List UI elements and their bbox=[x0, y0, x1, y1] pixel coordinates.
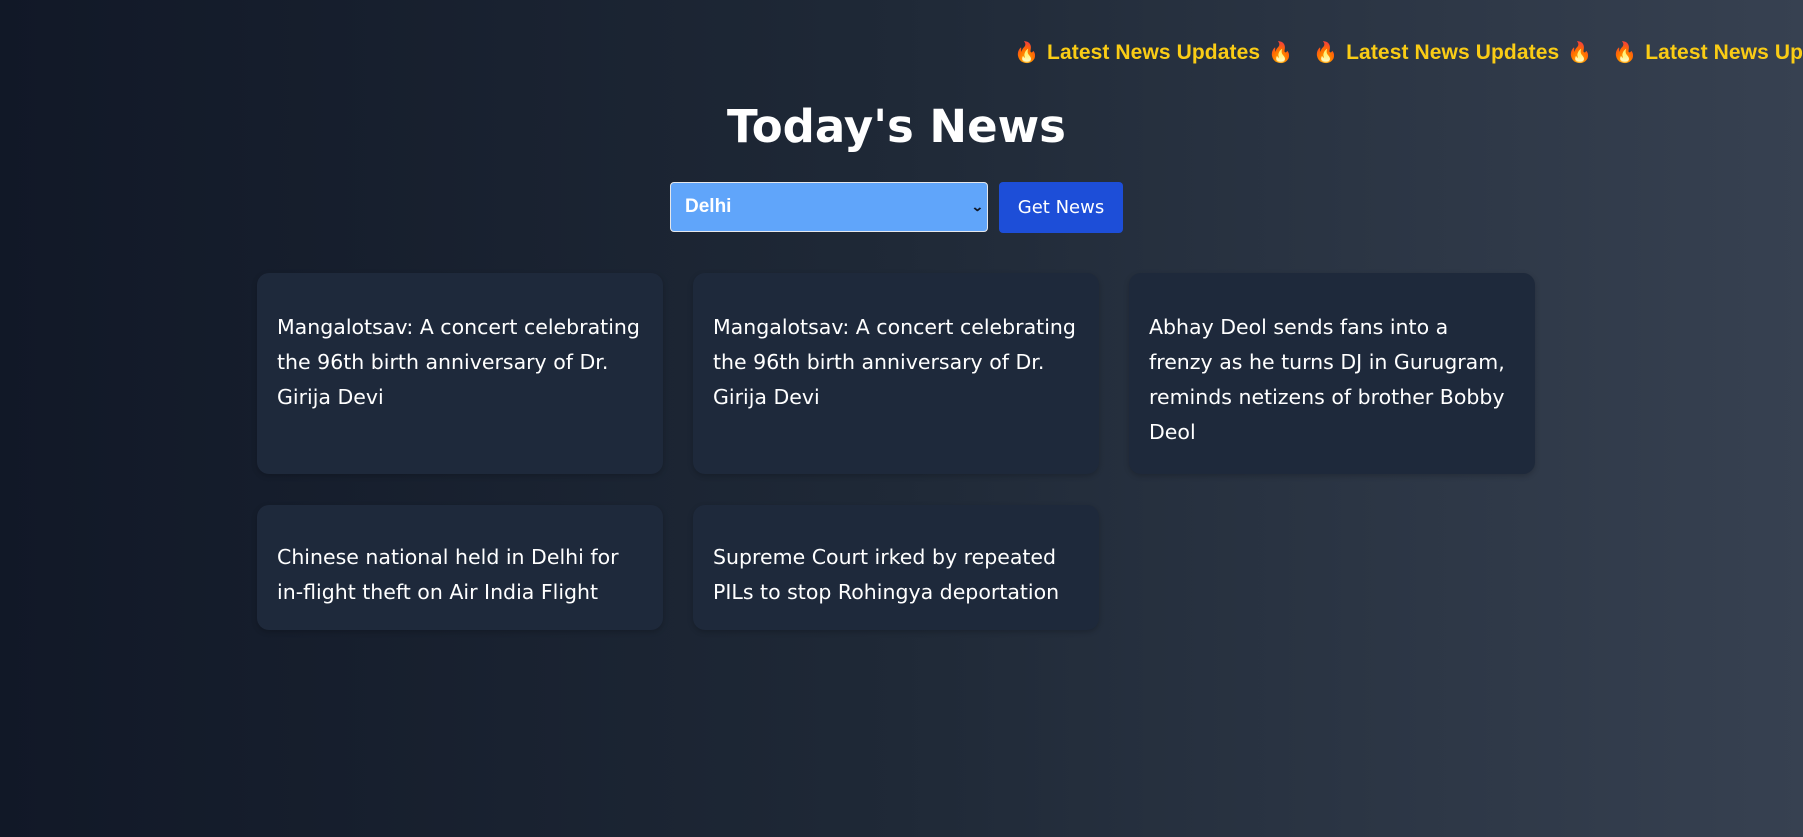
news-grid: Mangalotsav: A concert celebrating the 9… bbox=[257, 273, 1535, 630]
ticker-text: Latest News Updates bbox=[1645, 41, 1803, 64]
page-title: Today's News bbox=[727, 100, 1066, 153]
city-select[interactable]: Delhi ⌄ bbox=[670, 182, 988, 232]
flame-icon: 🔥 bbox=[1014, 42, 1040, 64]
get-news-button[interactable]: Get News bbox=[999, 182, 1123, 233]
news-controls: Delhi ⌄ Get News bbox=[670, 182, 1123, 233]
flame-icon: 🔥 bbox=[1268, 42, 1294, 64]
ticker-item: 🔥 Latest News Updates 🔥 bbox=[1014, 40, 1293, 65]
flame-icon: 🔥 bbox=[1567, 42, 1593, 64]
ticker-text: Latest News Updates bbox=[1346, 41, 1560, 64]
ticker-item: 🔥 Latest News Updates 🔥 bbox=[1313, 40, 1592, 65]
ticker-item: 🔥 Latest News Updates bbox=[1612, 40, 1803, 65]
chevron-down-icon: ⌄ bbox=[971, 199, 985, 214]
news-ticker: 🔥 Latest News Updates 🔥 🔥 Latest News Updat… bbox=[1014, 40, 1803, 65]
city-select-value: Delhi bbox=[685, 196, 732, 217]
flame-icon: 🔥 bbox=[1612, 42, 1638, 64]
flame-icon: 🔥 bbox=[1313, 42, 1339, 64]
news-card[interactable]: Abhay Deol sends fans into a frenzy as h… bbox=[1129, 273, 1535, 474]
news-card[interactable]: Chinese national held in Delhi for in-fl… bbox=[257, 505, 663, 630]
news-card[interactable]: Mangalotsav: A concert celebrating the 9… bbox=[257, 273, 663, 474]
news-card[interactable]: Supreme Court irked by repeated PILs to … bbox=[693, 505, 1099, 630]
news-card[interactable]: Mangalotsav: A concert celebrating the 9… bbox=[693, 273, 1099, 474]
ticker-text: Latest News Updates bbox=[1047, 41, 1261, 64]
